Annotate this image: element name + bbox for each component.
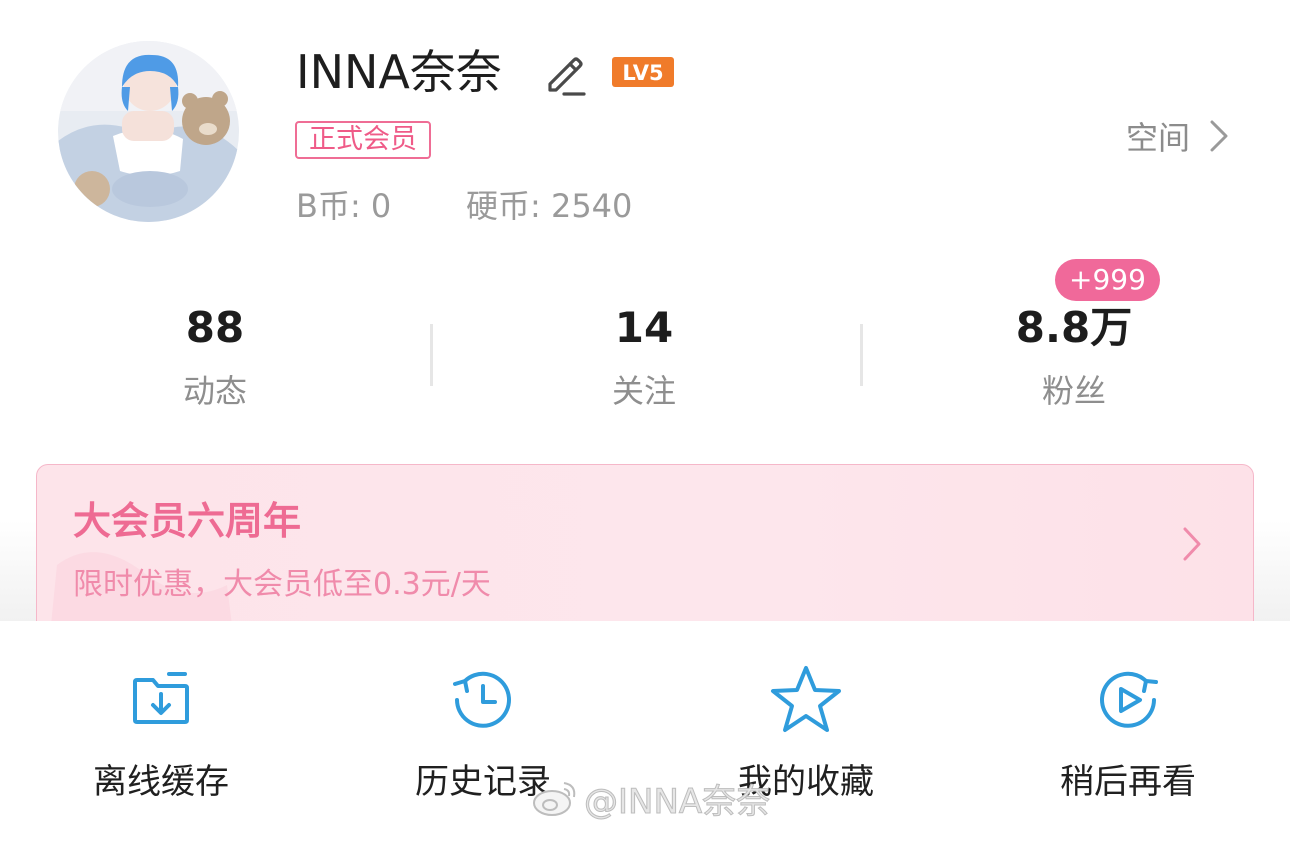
edit-pencil-icon[interactable] [540,50,588,98]
chevron-right-icon [1210,120,1228,152]
stat-dynamics[interactable]: 88 动态 [105,300,325,416]
stat-divider [430,324,433,386]
weibo-logo-icon [533,782,576,816]
star-icon [771,666,841,732]
stat-fans[interactable]: 8.8万 粉丝 [964,300,1184,416]
download-folder-icon [133,672,189,724]
history-clock-icon [453,671,511,728]
quick-action-watch-later[interactable]: 稍后再看 [998,660,1258,810]
username: INNA奈奈 [296,45,502,99]
stat-value: 14 [614,303,674,352]
avatar-image [58,41,239,222]
level-badge: LV5 [612,57,674,87]
stat-label: 动态 [182,372,247,410]
quick-action-label: 离线缓存 [93,762,229,802]
watermark-text: @INNA奈奈 [583,781,771,822]
stat-divider [860,324,863,386]
stat-following[interactable]: 14 关注 [534,300,754,416]
quick-action-offline-cache[interactable]: 离线缓存 [31,660,291,810]
stat-value: 88 [185,303,245,352]
member-badge[interactable]: 正式会员 [295,121,431,159]
fans-increase-badge: +999 [1055,259,1160,301]
space-link[interactable]: 空间 [1126,112,1234,160]
avatar[interactable] [58,41,239,222]
bcoin-balance: B币: 0 [296,187,392,225]
coin-balance: 硬币: 2540 [466,187,633,225]
chevron-right-icon [1183,527,1201,561]
stat-label: 关注 [611,372,676,410]
promo-subtitle: 限时优惠，大会员低至0.3元/天 [73,567,491,602]
stat-label: 粉丝 [1041,372,1106,410]
level-text: LV5 [622,61,663,85]
quick-action-label: 稍后再看 [1060,762,1196,802]
watch-later-icon [1100,671,1158,728]
promo-title: 大会员六周年 [73,499,302,543]
stat-value: 8.8万 [1015,303,1133,352]
space-link-label: 空间 [1126,119,1191,157]
weibo-watermark: @INNA奈奈 [530,772,771,824]
